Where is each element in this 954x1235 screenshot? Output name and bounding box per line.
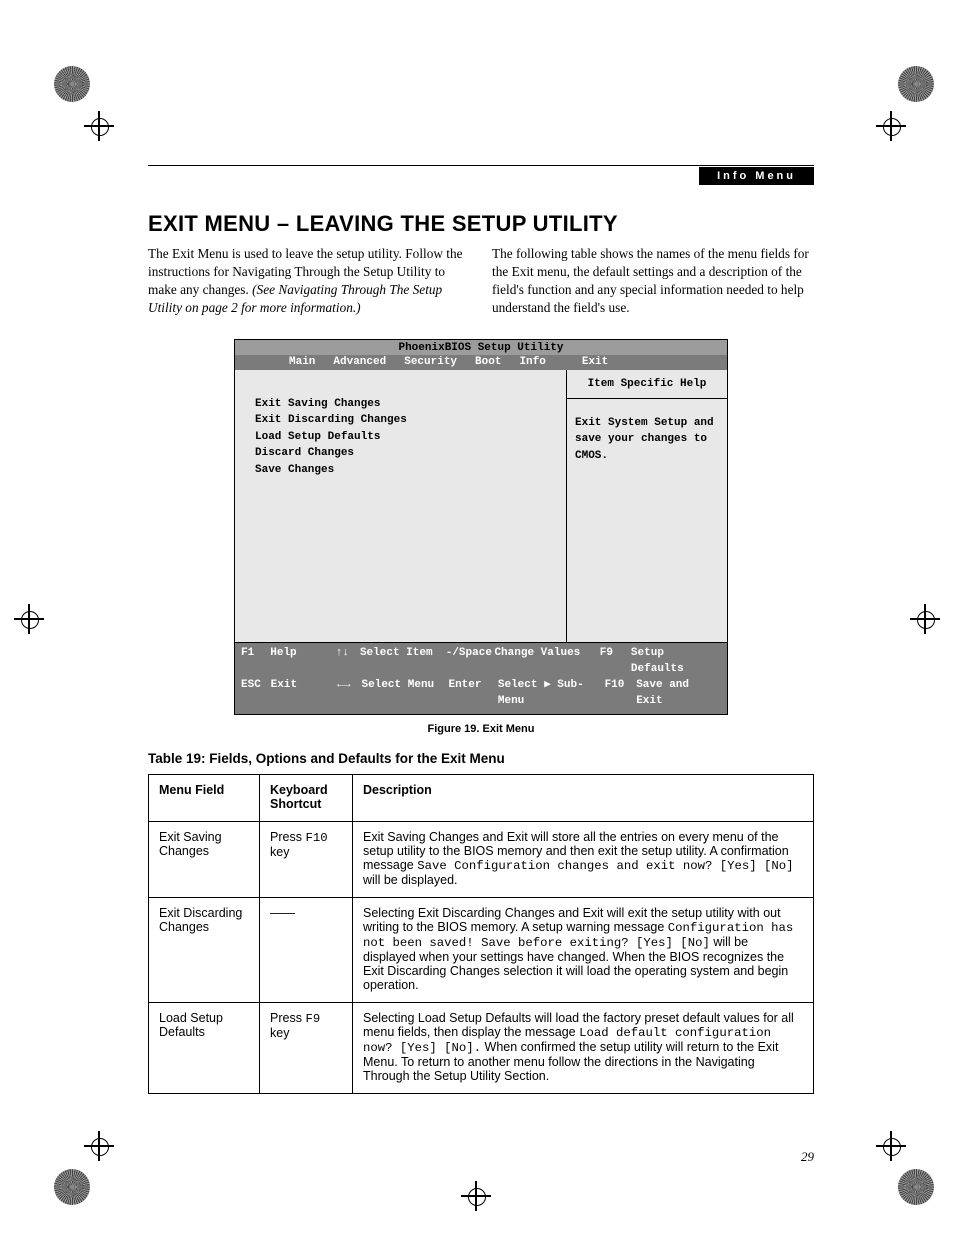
cell-shortcut: Press F9 key xyxy=(260,1002,353,1093)
bios-tabs: Main Advanced Security Boot Info Exit xyxy=(235,355,727,370)
bios-help-title: Item Specific Help xyxy=(567,370,727,399)
shortcut-text: key xyxy=(270,845,289,859)
key-label: F10 xyxy=(605,678,637,710)
bios-menu-items: Exit Saving Changes Exit Discarding Chan… xyxy=(235,370,566,642)
registration-mark-icon xyxy=(88,1135,110,1157)
table-header: Keyboard Shortcut xyxy=(260,774,353,821)
key-action: Save and Exit xyxy=(636,678,721,710)
section-header-bar: Info Menu xyxy=(699,167,814,185)
bios-body: Exit Saving Changes Exit Discarding Chan… xyxy=(235,370,727,643)
key-action: Change Values xyxy=(494,646,599,678)
bios-tab: Advanced xyxy=(324,356,395,368)
bios-footer-row: F1 Help ↑↓ Select Item -/Space Change Va… xyxy=(241,646,721,678)
key-label: Enter xyxy=(448,678,497,710)
shortcut-text: key xyxy=(270,1026,289,1040)
cell-menu-field: Exit Discarding Changes xyxy=(149,897,260,1002)
key-label: -/Space xyxy=(446,646,495,678)
registration-mark-icon xyxy=(88,115,110,137)
bios-footer: F1 Help ↑↓ Select Item -/Space Change Va… xyxy=(235,643,727,714)
bios-tab: Main xyxy=(280,356,324,368)
bios-help-body: Exit System Setup and save your changes … xyxy=(567,399,727,481)
bios-tab: Security xyxy=(395,356,466,368)
desc-code: Save Configuration changes and exit now?… xyxy=(417,859,793,873)
table-header: Menu Field xyxy=(149,774,260,821)
intro-left: The Exit Menu is used to leave the setup… xyxy=(148,245,470,317)
intro-right: The following table shows the names of t… xyxy=(492,245,814,317)
cell-description: Exit Saving Changes and Exit will store … xyxy=(353,821,814,897)
registration-mark-icon xyxy=(18,608,40,630)
bios-menu-item: Discard Changes xyxy=(255,445,556,462)
exit-menu-table: Menu Field Keyboard Shortcut Description… xyxy=(148,774,814,1094)
cell-menu-field: Load Setup Defaults xyxy=(149,1002,260,1093)
cell-shortcut: Press F10 key xyxy=(260,821,353,897)
registration-mark-icon xyxy=(914,608,936,630)
shortcut-key: F10 xyxy=(305,831,327,845)
bios-tab: Exit xyxy=(573,356,617,368)
intro-columns: The Exit Menu is used to leave the setup… xyxy=(148,245,814,317)
bios-help-pane: Item Specific Help Exit System Setup and… xyxy=(566,370,727,642)
cell-menu-field: Exit Saving Changes xyxy=(149,821,260,897)
bios-menu-item: Save Changes xyxy=(255,462,556,479)
table-header: Description xyxy=(353,774,814,821)
shortcut-text: Press xyxy=(270,1011,305,1025)
page: Info Menu EXIT MENU – LEAVING THE SETUP … xyxy=(0,0,954,1235)
page-number: 29 xyxy=(801,1149,814,1165)
key-label: ESC xyxy=(241,678,271,710)
cell-description: Selecting Exit Discarding Changes and Ex… xyxy=(353,897,814,1002)
bios-tab: Info xyxy=(510,356,554,368)
key-action: Select ▶ Sub-Menu xyxy=(498,678,605,710)
cell-description: Selecting Load Setup Defaults will load … xyxy=(353,1002,814,1093)
key-action: Select Menu xyxy=(362,678,449,710)
table-row: Exit Saving Changes Press F10 key Exit S… xyxy=(149,821,814,897)
desc-text: will be displayed. xyxy=(363,873,458,887)
print-rosette-icon xyxy=(898,1169,934,1205)
key-action: Exit xyxy=(271,678,326,710)
table-caption: Table 19: Fields, Options and Defaults f… xyxy=(148,751,814,766)
shortcut-text: Press xyxy=(270,830,305,844)
registration-mark-icon xyxy=(465,1185,487,1207)
key-label: F9 xyxy=(600,646,631,678)
key-action: Setup Defaults xyxy=(631,646,721,678)
table-row: Exit Discarding Changes —— Selecting Exi… xyxy=(149,897,814,1002)
table-row: Load Setup Defaults Press F9 key Selecti… xyxy=(149,1002,814,1093)
table-header-row: Menu Field Keyboard Shortcut Description xyxy=(149,774,814,821)
key-label: F1 xyxy=(241,646,270,678)
bios-title: PhoenixBIOS Setup Utility xyxy=(235,340,727,355)
print-rosette-icon xyxy=(54,1169,90,1205)
page-title: EXIT MENU – LEAVING THE SETUP UTILITY xyxy=(148,211,814,237)
figure-caption: Figure 19. Exit Menu xyxy=(148,723,814,735)
registration-mark-icon xyxy=(880,115,902,137)
bios-screenshot: PhoenixBIOS Setup Utility Main Advanced … xyxy=(234,339,728,715)
key-action: Select Item xyxy=(360,646,446,678)
cell-shortcut: —— xyxy=(260,897,353,1002)
bios-menu-item: Load Setup Defaults xyxy=(255,429,556,446)
shortcut-key: F9 xyxy=(305,1012,320,1026)
bios-tab: Boot xyxy=(466,356,510,368)
arrows-icon: ↑↓ xyxy=(325,646,360,678)
print-rosette-icon xyxy=(54,66,90,102)
arrows-icon: ←→ xyxy=(326,678,362,710)
bios-menu-item: Exit Discarding Changes xyxy=(255,412,556,429)
key-action: Help xyxy=(270,646,325,678)
bios-menu-item: Exit Saving Changes xyxy=(255,396,556,413)
print-rosette-icon xyxy=(898,66,934,102)
bios-footer-row: ESC Exit ←→ Select Menu Enter Select ▶ S… xyxy=(241,678,721,710)
header-rule xyxy=(148,165,814,166)
registration-mark-icon xyxy=(880,1135,902,1157)
